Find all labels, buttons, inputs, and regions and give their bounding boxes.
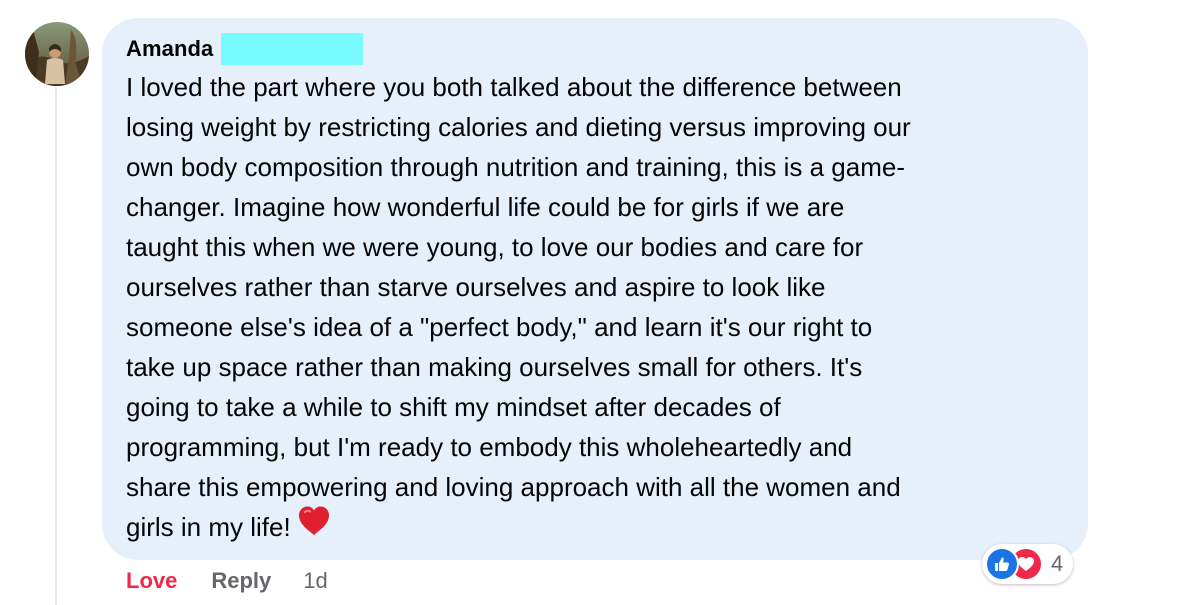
thread-line [55, 88, 57, 605]
comment-line: ourselves rather than starve ourselves a… [126, 272, 826, 302]
comment-line: I loved the part where you both talked a… [126, 72, 902, 102]
avatar[interactable] [25, 22, 89, 86]
comment-line: taught this when we were young, to love … [126, 232, 864, 262]
reply-button[interactable]: Reply [211, 568, 271, 594]
comment-line: take up space rather than making ourselv… [126, 352, 863, 382]
reaction-count: 4 [1051, 551, 1064, 576]
like-reaction-icon [985, 547, 1019, 581]
author-name[interactable]: Amanda [126, 36, 213, 62]
comment-line-last: girls in my life! [126, 505, 1076, 551]
comment-line: share this empowering and loving approac… [126, 472, 901, 502]
comment-line: changer. Imagine how wonderful life coul… [126, 192, 845, 222]
redacted-name-block [221, 33, 364, 65]
comment-line: losing weight by restricting calories an… [126, 112, 911, 142]
timestamp-link[interactable]: 1d [303, 568, 327, 594]
red-heart-emoji-icon [297, 505, 331, 548]
comment-line: programming, but I'm ready to embody thi… [126, 432, 853, 462]
comment-actions: Love Reply 1d [126, 566, 328, 596]
reaction-summary[interactable]: 4 [982, 544, 1074, 584]
comment-line-text: girls in my life! [126, 512, 291, 542]
comment-line: someone else's idea of a "perfect body,"… [126, 312, 873, 342]
comment-line: going to take a while to shift my mindse… [126, 392, 781, 422]
comment-text: I loved the part where you both talked a… [126, 67, 1076, 551]
love-button[interactable]: Love [126, 568, 177, 594]
comment-line: own body composition through nutrition a… [126, 152, 905, 182]
comment-header: Amanda [126, 33, 364, 65]
avatar-photo [25, 22, 89, 86]
